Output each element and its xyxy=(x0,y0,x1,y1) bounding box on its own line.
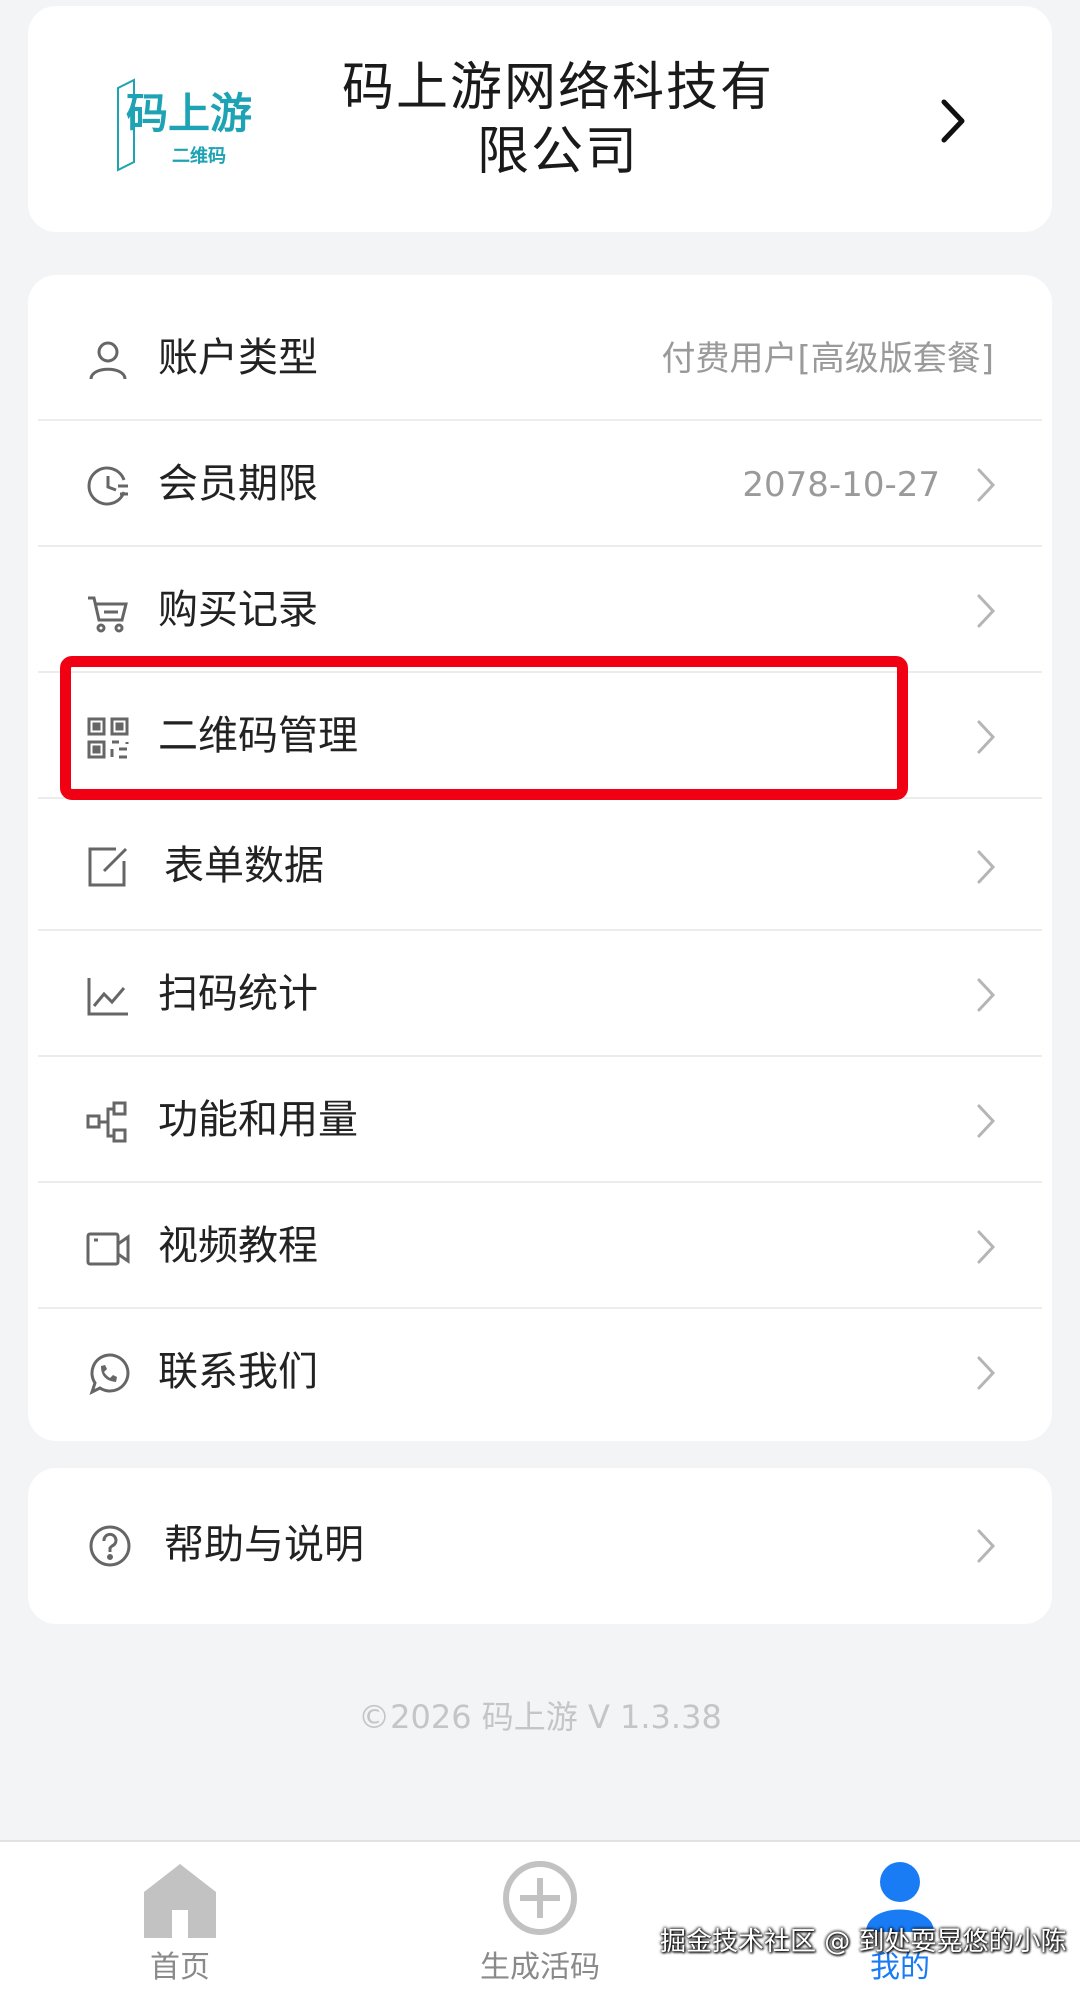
company-name-line2: 限公司 xyxy=(476,122,639,182)
tab-create[interactable]: 生成活码 xyxy=(440,1842,640,1990)
menu-card: 账户类型 付费用户[高级版套餐] 会员期限 2078-10-27 购买记录 二维… xyxy=(28,275,1052,1441)
menu-item-label: 视频教程 xyxy=(158,1223,318,1269)
chevron-right-icon xyxy=(976,719,996,755)
company-name: 码上游网络科技有 限公司 xyxy=(313,56,803,184)
menu-item-label: 账户类型 xyxy=(158,335,318,381)
clock-icon xyxy=(86,464,130,508)
svg-text:二维码: 二维码 xyxy=(172,145,226,167)
company-logo: 码上游 二维码 xyxy=(112,66,282,176)
edit-icon xyxy=(86,845,130,889)
bottom-tab-bar: 首页 生成活码 我的 xyxy=(0,1840,1080,1990)
user-icon xyxy=(86,338,130,382)
plus-circle-icon xyxy=(500,1858,580,1938)
menu-item-label: 联系我们 xyxy=(158,1349,318,1395)
menu-item-label: 会员期限 xyxy=(158,461,318,507)
chevron-right-icon xyxy=(976,1103,996,1139)
company-card[interactable]: 码上游 二维码 码上游网络科技有 限公司 xyxy=(28,6,1052,232)
video-icon xyxy=(86,1226,130,1270)
chevron-right-icon xyxy=(976,1528,996,1564)
menu-item-membership[interactable]: 会员期限 2078-10-27 xyxy=(28,421,1052,547)
account-type-value: 付费用户[高级版套餐] xyxy=(661,339,994,379)
question-icon xyxy=(88,1524,132,1568)
home-icon xyxy=(140,1858,220,1938)
menu-item-purchases[interactable]: 购买记录 xyxy=(28,547,1052,673)
whatsapp-icon xyxy=(86,1352,130,1396)
tab-mine[interactable]: 我的 xyxy=(800,1842,1000,1990)
tab-home[interactable]: 首页 xyxy=(80,1842,280,1990)
menu-item-form-data[interactable]: 表单数据 xyxy=(28,799,1052,931)
tab-label: 首页 xyxy=(150,1950,210,1985)
help-card[interactable]: 帮助与说明 xyxy=(28,1468,1052,1624)
chevron-right-icon xyxy=(976,849,996,885)
cart-icon xyxy=(86,590,130,634)
version-footer: ©2026 码上游 V 1.3.38 xyxy=(358,1698,722,1736)
menu-item-label: 功能和用量 xyxy=(158,1097,358,1143)
menu-item-tutorials[interactable]: 视频教程 xyxy=(28,1183,1052,1309)
watermark: 掘金技术社区 @ 到处耍晃悠的小陈 xyxy=(660,1927,1067,1957)
highlight-box xyxy=(60,656,908,800)
menu-item-label: 购买记录 xyxy=(158,587,318,633)
menu-item-label: 表单数据 xyxy=(164,843,324,889)
menu-item-contact[interactable]: 联系我们 xyxy=(28,1309,1052,1435)
menu-item-features[interactable]: 功能和用量 xyxy=(28,1057,1052,1183)
chevron-right-icon xyxy=(976,593,996,629)
tab-label: 生成活码 xyxy=(480,1950,600,1985)
svg-text:码上游: 码上游 xyxy=(126,89,252,138)
help-label: 帮助与说明 xyxy=(164,1522,364,1568)
menu-item-scan-stats[interactable]: 扫码统计 xyxy=(28,931,1052,1057)
menu-item-label: 扫码统计 xyxy=(158,971,318,1017)
company-name-line1: 码上游网络科技有 xyxy=(341,58,774,118)
chevron-right-icon xyxy=(976,1355,996,1391)
chart-icon xyxy=(86,974,130,1018)
chevron-right-icon xyxy=(976,977,996,1013)
chevron-right-icon xyxy=(976,1229,996,1265)
chevron-right-icon[interactable] xyxy=(938,96,968,146)
membership-expiry-value: 2078-10-27 xyxy=(742,465,940,505)
diagram-icon xyxy=(86,1100,130,1144)
menu-item-account-type: 账户类型 付费用户[高级版套餐] xyxy=(28,295,1052,421)
chevron-right-icon xyxy=(976,467,996,503)
